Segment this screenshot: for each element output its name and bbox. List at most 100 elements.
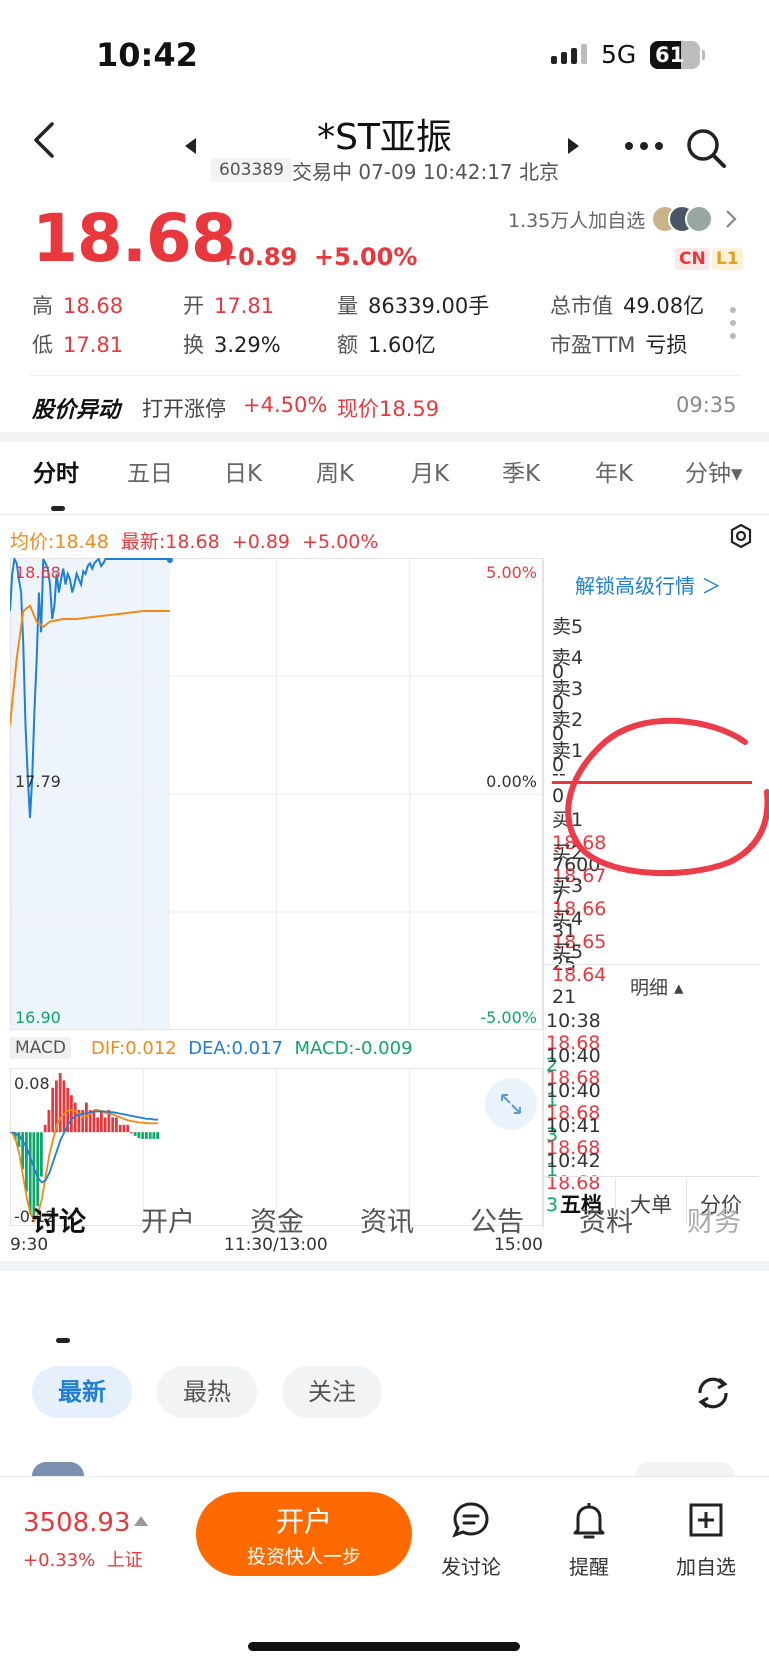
macd-bar <box>145 1132 148 1139</box>
next-stock-icon[interactable] <box>567 138 579 154</box>
alert-label: 提醒 <box>569 1555 609 1579</box>
tab-5day[interactable]: 五日 <box>127 454 173 488</box>
bid-label: 买4 <box>552 908 584 930</box>
macd-bar <box>148 1132 152 1139</box>
macd-bar <box>137 1132 141 1139</box>
network-type: 5G <box>601 40 637 69</box>
stat-mktcap: 总市值 49.08亿 <box>550 294 705 318</box>
tab-weekly-k[interactable]: 周K <box>316 454 354 488</box>
timeshare-chart[interactable]: 18.68 17.79 16.90 5.00% 0.00% -5.00% <box>10 558 543 1030</box>
unlock-level2-link[interactable]: 解锁高级行情 ＞ <box>575 570 721 599</box>
open-account-title: 开户 <box>275 1505 332 1538</box>
signal-icon <box>551 44 587 64</box>
tab-minute[interactable]: 分钟▾ <box>685 454 743 488</box>
alert-button[interactable]: 提醒 <box>551 1500 627 1580</box>
macd-bar <box>111 1117 115 1133</box>
trading-status: 交易中 07-09 10:42:17 北京 <box>292 160 560 184</box>
up-arrow-icon <box>134 1516 148 1526</box>
tab-news[interactable]: 资讯 <box>360 1200 414 1239</box>
alert-pct: +4.50% <box>243 393 328 417</box>
detail-title[interactable]: 明细 ▴ <box>630 973 684 1000</box>
expand-button[interactable] <box>485 1078 537 1130</box>
stock-code: 603389 <box>211 158 292 182</box>
stat-amount: 额 1.60亿 <box>337 333 436 357</box>
filter-latest[interactable]: 最新 <box>32 1366 132 1418</box>
macd-bar <box>130 1132 133 1134</box>
bell-icon <box>573 1503 605 1539</box>
stat-high: 高 18.68 <box>32 294 124 318</box>
macd-bar <box>43 1124 47 1133</box>
tab-financials[interactable]: 财务 <box>687 1200 741 1239</box>
alert-price: 现价18.59 <box>337 397 440 421</box>
divider <box>543 964 759 965</box>
macd-bar <box>62 1080 66 1133</box>
open-account-subtitle: 投资快人一步 <box>246 1546 361 1568</box>
tab-open-account[interactable]: 开户 <box>141 1200 195 1239</box>
tab-announcements[interactable]: 公告 <box>470 1200 524 1239</box>
post-discussion-button[interactable]: 发讨论 <box>433 1500 509 1580</box>
ask-row: 卖4 -- 0 <box>552 643 752 714</box>
macd-bar <box>58 1073 62 1133</box>
tab-monthly-k[interactable]: 月K <box>411 454 449 488</box>
macd-label[interactable]: MACD <box>10 1037 71 1059</box>
tab-discussion[interactable]: 讨论 <box>32 1200 86 1239</box>
y-tick-pct-high: 5.00% <box>486 563 537 582</box>
alert-text[interactable]: 打开涨停 <box>142 393 226 423</box>
follower-avatars[interactable] <box>651 205 715 233</box>
macd-bar <box>96 1117 100 1133</box>
vertical-more-icon[interactable] <box>729 306 737 340</box>
battery-nub <box>702 50 705 60</box>
tab-profile[interactable]: 资料 <box>579 1200 633 1239</box>
index-value[interactable]: 3508.93 <box>23 1508 131 1538</box>
divider <box>30 375 740 376</box>
macd-bar <box>152 1132 156 1139</box>
panel-divider <box>543 558 544 1228</box>
add-watchlist-button[interactable]: 加自选 <box>668 1500 744 1580</box>
filter-following[interactable]: 关注 <box>282 1366 382 1418</box>
more-icon[interactable] <box>624 141 664 151</box>
macd-values: DIF:0.012 DEA:0.017 MACD:-0.009 <box>91 1038 413 1059</box>
macd-bar <box>47 1110 51 1133</box>
tab-indicator <box>51 506 65 511</box>
chevron-right-icon[interactable] <box>724 209 738 229</box>
ask-row: 卖3 -- 0 <box>552 674 752 745</box>
section-tab-indicator <box>56 1338 70 1343</box>
follow-button[interactable] <box>635 1462 735 1476</box>
tick-time: 10:41 <box>546 1115 601 1137</box>
tab-daily-k[interactable]: 日K <box>224 454 262 488</box>
tab-funds[interactable]: 资金 <box>250 1200 304 1239</box>
open-account-button[interactable]: 开户 投资快人一步 <box>196 1492 412 1576</box>
filter-hot[interactable]: 最热 <box>157 1366 257 1418</box>
status-time: 10:42 <box>96 36 198 74</box>
macd-bar <box>25 1132 28 1192</box>
battery-icon: 61 <box>650 41 700 69</box>
y-tick-high: 18.68 <box>15 563 61 582</box>
chart-info-line: 均价:18.48 最新:18.68 +0.89 +5.00% <box>10 531 379 553</box>
tab-quarterly-k[interactable]: 季K <box>502 454 540 488</box>
divider <box>0 514 769 515</box>
settings-icon[interactable] <box>728 523 754 549</box>
ask-label: 卖3 <box>552 678 584 700</box>
y-tick-pct-low: -5.00% <box>480 1008 537 1027</box>
y-tick-pct-mid: 0.00% <box>486 772 537 791</box>
watchlist-count[interactable]: 1.35万人加自选 <box>508 206 645 233</box>
macd-bar <box>141 1132 145 1139</box>
tab-timeshare[interactable]: 分时 <box>33 454 79 488</box>
chat-icon <box>452 1502 489 1538</box>
refresh-icon[interactable] <box>693 1373 733 1413</box>
tick-time: 10:40 <box>546 1045 601 1067</box>
search-icon[interactable] <box>684 126 728 170</box>
ask-row: 卖5 -- 0 <box>552 612 752 683</box>
macd-bar <box>122 1124 126 1133</box>
post-discussion-label: 发讨论 <box>441 1555 501 1579</box>
macd-bar <box>40 1132 43 1177</box>
price-change: +0.89 +5.00% <box>218 243 418 271</box>
battery-level: 61 <box>655 43 685 67</box>
post-avatar[interactable] <box>32 1462 84 1476</box>
add-square-icon <box>689 1503 723 1537</box>
tab-big-orders[interactable]: 大单 <box>630 1189 672 1219</box>
macd-bar <box>36 1132 40 1207</box>
stat-turnover: 换 3.29% <box>183 333 281 357</box>
index-change[interactable]: +0.33% 上证 <box>23 1546 143 1572</box>
tab-yearly-k[interactable]: 年K <box>595 454 633 488</box>
